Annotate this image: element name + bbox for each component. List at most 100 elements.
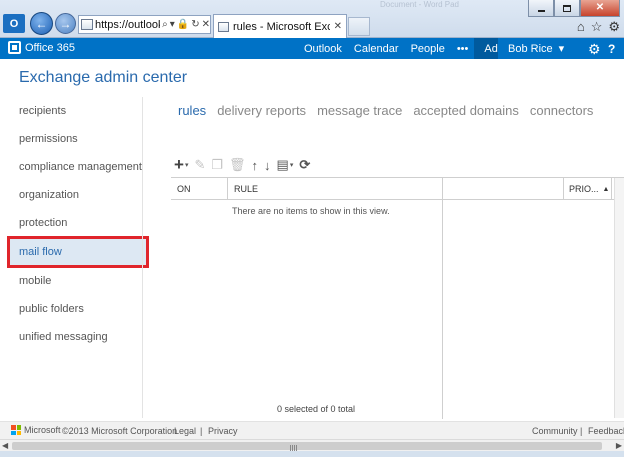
sidebar-item-recipients[interactable]: recipients xyxy=(5,97,142,125)
nav-outlook[interactable]: Outlook xyxy=(298,38,348,59)
office365-bar: Office 365 Outlook Calendar People ••• A… xyxy=(0,38,624,59)
tab-close-icon[interactable]: ✕ xyxy=(334,21,342,32)
sidebar-item-protection[interactable]: protection xyxy=(5,209,142,237)
browser-tab-active[interactable]: rules - Microsoft Exchange ✕ xyxy=(213,14,347,38)
sidebar-divider xyxy=(142,97,143,418)
selection-count: 0 selected of 0 total xyxy=(277,404,356,414)
tab-favicon xyxy=(218,21,229,32)
settings-gear-icon[interactable]: ⚙ xyxy=(588,41,601,58)
copy-icon: ❐ xyxy=(211,157,224,172)
mail-flow-tabs: rules delivery reports message trace acc… xyxy=(178,103,593,118)
back-arrow-icon: ← xyxy=(35,16,48,31)
tools-gear-icon[interactable]: ⚙ xyxy=(608,19,620,35)
column-header-on[interactable]: ON xyxy=(171,178,228,200)
arrow-up-icon: ↑ xyxy=(251,157,259,173)
empty-list-message: There are no items to show in this view. xyxy=(232,206,390,216)
move-up-button[interactable]: ↑ xyxy=(252,158,259,173)
outlook-app-icon: O xyxy=(3,14,25,33)
copyright-text: ©2013 Microsoft Corporation xyxy=(62,426,178,436)
feedback-link[interactable]: Feedback xyxy=(588,426,624,436)
more-options-button[interactable]: ▤ ▾ xyxy=(277,157,294,173)
sort-icon: ▲ xyxy=(602,185,610,193)
delete-button[interactable]: 🗑 xyxy=(229,157,246,173)
sidebar-item-mail-flow[interactable]: mail flow xyxy=(7,236,149,268)
scrollbar-thumb[interactable] xyxy=(12,442,602,451)
maximize-icon xyxy=(563,4,571,12)
column-header-priority[interactable]: PRIO... ▲ xyxy=(564,178,612,200)
rules-grid: ON RULE PRIO... ▲ There are no items to … xyxy=(171,177,624,419)
chevron-down-icon: ▾ xyxy=(289,162,294,169)
copy-button[interactable]: ❐ xyxy=(211,157,223,173)
sidebar-item-unified-messaging[interactable]: unified messaging xyxy=(5,323,142,351)
rules-toolbar: + ▾ ✎ ❐ 🗑 ↑ ↓ ▤ ▾ ⟳ xyxy=(174,155,310,175)
sidebar-item-organization[interactable]: organization xyxy=(5,181,142,209)
community-link[interactable]: Community xyxy=(532,426,578,436)
office-logo-icon xyxy=(8,41,21,54)
details-pane-divider xyxy=(442,178,443,419)
plus-icon: + xyxy=(174,155,184,174)
nav-people[interactable]: People xyxy=(405,38,451,59)
vertical-scrollbar[interactable] xyxy=(614,178,624,418)
legal-link[interactable]: Legal xyxy=(174,426,196,436)
new-tab-button[interactable] xyxy=(348,17,370,36)
close-window-button[interactable]: ✕ xyxy=(580,0,620,17)
move-down-button[interactable]: ↓ xyxy=(264,158,271,173)
edit-button[interactable]: ✎ xyxy=(194,157,205,173)
tab-rules[interactable]: rules xyxy=(178,103,206,118)
scroll-right-icon[interactable]: ▶ xyxy=(616,441,622,450)
microsoft-flag-icon xyxy=(11,425,21,435)
address-url[interactable]: https://outlook. xyxy=(95,19,160,31)
minimize-icon xyxy=(537,9,545,12)
favorites-star-icon[interactable]: ☆ xyxy=(591,19,603,35)
sidebar-item-compliance-management[interactable]: compliance management xyxy=(5,153,142,181)
forward-arrow-icon: → xyxy=(59,16,72,31)
stop-icon[interactable]: ✕ xyxy=(202,19,210,30)
refresh-icon[interactable]: ↻ xyxy=(191,19,199,30)
home-icon[interactable]: ⌂ xyxy=(577,19,585,35)
forward-button[interactable]: → xyxy=(55,13,76,34)
dropdown-caret-icon[interactable]: ▾ xyxy=(170,19,175,30)
sidebar-item-permissions[interactable]: permissions xyxy=(5,125,142,153)
lock-icon[interactable]: 🔒 xyxy=(177,19,189,30)
back-button[interactable]: ← xyxy=(30,12,53,35)
scroll-left-icon[interactable]: ◀ xyxy=(2,441,8,450)
privacy-link[interactable]: Privacy xyxy=(208,426,238,436)
tab-message-trace[interactable]: message trace xyxy=(317,103,402,118)
sidebar-item-mobile[interactable]: mobile xyxy=(5,267,142,295)
footer-separator: | xyxy=(580,426,583,436)
window-controls: ✕ xyxy=(528,0,620,17)
office365-logo-text: Office 365 xyxy=(25,41,75,54)
tab-delivery-reports[interactable]: delivery reports xyxy=(217,103,306,118)
help-icon[interactable]: ? xyxy=(608,42,615,56)
browser-toolbar: ⌂ ☆ ⚙ xyxy=(577,19,620,35)
sidebar-item-public-folders[interactable]: public folders xyxy=(5,295,142,323)
refresh-button[interactable]: ⟳ xyxy=(299,157,310,173)
nav-calendar[interactable]: Calendar xyxy=(348,38,405,59)
document-icon: ▤ xyxy=(276,157,289,172)
window-bottom-edge xyxy=(0,451,624,457)
search-icon[interactable]: ⌕ xyxy=(162,19,168,30)
horizontal-scrollbar[interactable]: ◀ ▶ xyxy=(0,439,624,451)
close-icon: ✕ xyxy=(595,2,605,13)
minimize-button[interactable] xyxy=(528,0,554,17)
user-name: Bob Rice xyxy=(508,42,553,55)
maximize-button[interactable] xyxy=(554,0,580,17)
trash-icon: 🗑 xyxy=(229,157,246,172)
column-header-rule[interactable]: RULE xyxy=(228,178,564,200)
page-favicon xyxy=(81,19,93,30)
chevron-down-icon: ▾ xyxy=(558,43,565,55)
tab-connectors[interactable]: connectors xyxy=(530,103,594,118)
microsoft-logo-text: Microsoft xyxy=(24,425,61,435)
background-window-title: Document - Word Pad xyxy=(380,0,459,9)
arrow-down-icon: ↓ xyxy=(264,157,271,173)
footer: Microsoft ©2013 Microsoft Corporation Le… xyxy=(0,421,624,439)
chevron-down-icon: ▾ xyxy=(184,162,189,169)
nav-more[interactable]: ••• xyxy=(451,38,475,59)
column-header-priority-label: PRIO... xyxy=(569,184,599,194)
tab-accepted-domains[interactable]: accepted domains xyxy=(413,103,519,118)
address-bar[interactable]: https://outlook. ⌕ ▾ 🔒 ↻ ✕ xyxy=(78,15,211,34)
add-rule-button[interactable]: + ▾ xyxy=(174,155,188,175)
user-menu[interactable]: Bob Rice ▾ xyxy=(498,38,578,59)
office365-logo[interactable]: Office 365 xyxy=(8,41,75,54)
tab-title: rules - Microsoft Exchange xyxy=(233,20,330,33)
